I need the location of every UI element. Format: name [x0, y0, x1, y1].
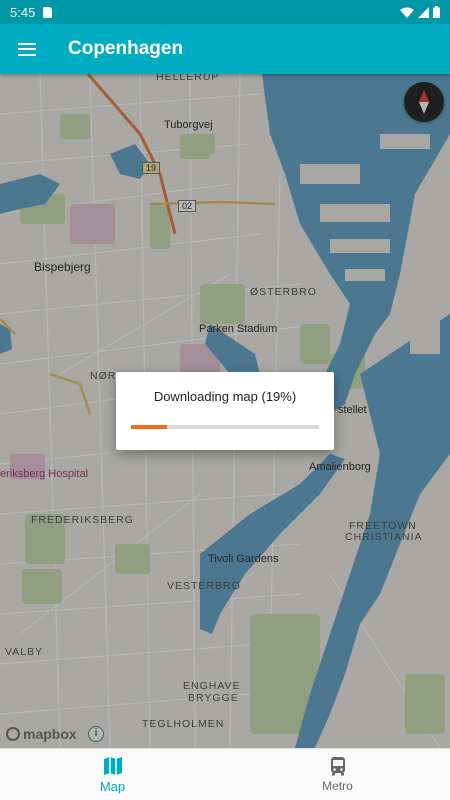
menu-button[interactable]: [0, 24, 54, 74]
bottom-nav: Map Metro: [0, 748, 450, 800]
map-icon: [103, 756, 122, 775]
download-message: Downloading map (19%): [153, 389, 297, 404]
download-progress-fill: [131, 425, 167, 429]
battery-icon: [433, 6, 440, 18]
hamburger-icon: [18, 42, 36, 56]
app-root: 5:45 Copenhagen HELLERUP Tuborgvej 19 02…: [0, 0, 450, 800]
signal-icon: [418, 6, 429, 18]
nav-label-map: Map: [99, 778, 126, 794]
status-icons: [400, 6, 440, 18]
nav-item-metro[interactable]: Metro: [225, 749, 450, 800]
bus-icon: [330, 757, 345, 776]
app-title: Copenhagen: [68, 38, 184, 59]
wifi-icon: [400, 7, 414, 18]
status-time: 5:45: [10, 4, 36, 20]
download-progress-bar: [131, 425, 319, 429]
nav-item-map[interactable]: Map: [0, 749, 225, 800]
download-dialog: Downloading map (19%): [116, 372, 334, 450]
nav-label-metro: Metro: [322, 779, 353, 793]
status-bar: 5:45: [0, 0, 450, 24]
sd-card-icon: [43, 6, 53, 18]
app-bar: Copenhagen: [0, 24, 450, 74]
